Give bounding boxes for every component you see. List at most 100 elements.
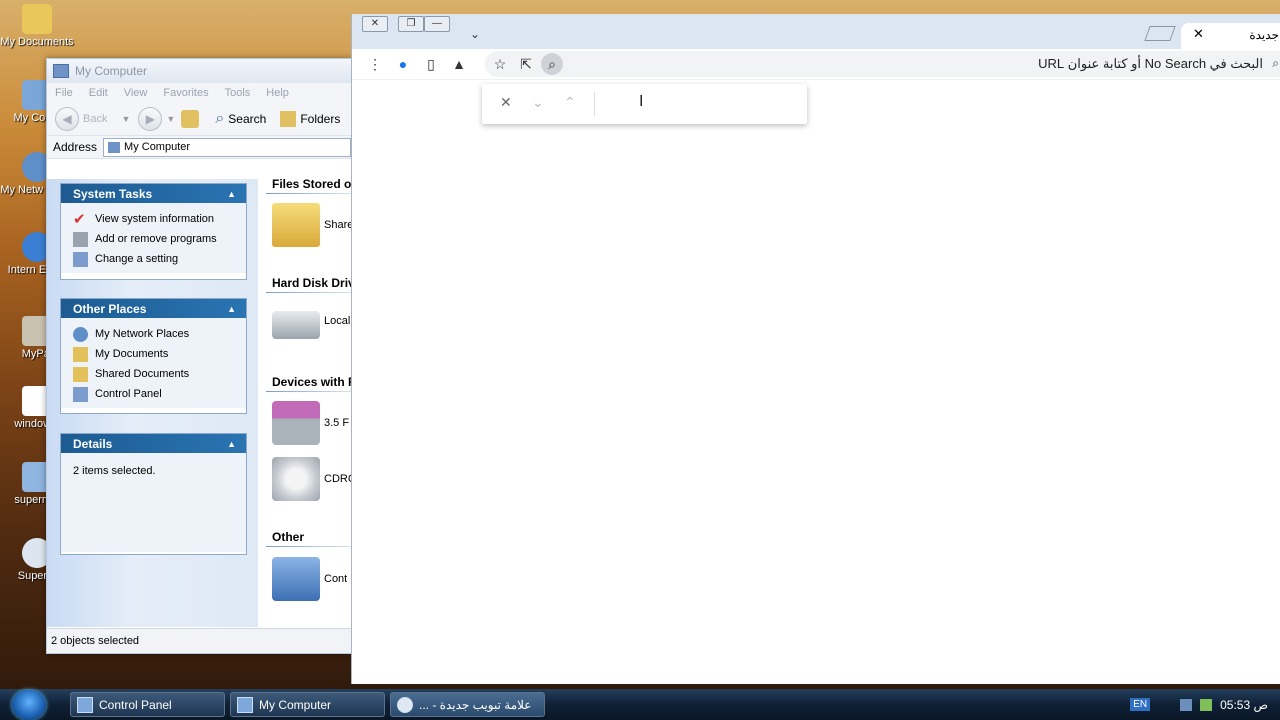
back-label: Back [83, 113, 108, 125]
folders-button[interactable]: Folders [300, 112, 340, 126]
taskbar-control-panel[interactable]: Control Panel [70, 692, 225, 717]
task-add-remove-programs[interactable]: Add or remove programs [73, 229, 246, 249]
group-divider [266, 292, 351, 293]
menu-tools[interactable]: Tools [217, 87, 259, 99]
taskbar: Control Panel My Computer علامة تبويب جد… [0, 689, 1280, 720]
taskbar-browser[interactable]: علامة تبويب جديدة - ... [390, 692, 545, 717]
floppy-drive-item[interactable]: 3.5 F [272, 401, 349, 445]
explorer-toolbar: ◀ Back ▼ ▶ ▼ ⌕ Search Folders [47, 103, 351, 136]
side-panel-icon[interactable]: ▯ [420, 53, 442, 75]
close-window-button[interactable]: ✕ [362, 16, 388, 32]
bookmark-star-icon[interactable]: ☆ [489, 53, 511, 75]
details-text: 2 items selected. [73, 465, 156, 477]
system-tasks-list: ✔ View system information Add or remove … [61, 203, 246, 273]
place-my-network-places[interactable]: My Network Places [73, 324, 246, 344]
back-button[interactable]: ◀ [55, 107, 79, 131]
search-icon: ⌕ [1272, 56, 1279, 70]
control-panel-item[interactable]: Cont [272, 557, 347, 601]
start-button[interactable] [12, 690, 46, 720]
menu-help[interactable]: Help [258, 87, 297, 99]
network-icon [73, 326, 88, 342]
find-bar: ✕ ⌄ ⌃ I [482, 84, 807, 124]
collapse-icon[interactable]: ▲ [227, 439, 236, 449]
place-shared-documents[interactable]: Shared Documents [73, 364, 246, 384]
details-header[interactable]: Details ▲ [61, 434, 246, 453]
folder-icon [73, 346, 88, 362]
details-panel: Details ▲ 2 items selected. [60, 433, 247, 555]
network-tray-icon[interactable] [1200, 698, 1213, 711]
cdrom-drive-item[interactable]: CDRC [272, 457, 351, 501]
place-control-panel[interactable]: Control Panel [73, 384, 246, 404]
labs-flask-icon[interactable]: ▲ [448, 53, 470, 75]
control-panel-icon [77, 696, 93, 713]
find-input[interactable] [602, 92, 801, 116]
task-change-setting[interactable]: Change a setting [73, 249, 246, 269]
place-my-documents[interactable]: My Documents [73, 344, 246, 364]
folders-icon [280, 111, 297, 127]
tab-search-dropdown-icon[interactable]: ⌄ [470, 27, 480, 41]
share-icon[interactable]: ⇱ [515, 53, 537, 75]
programs-icon [73, 231, 88, 247]
group-header-other: Other [272, 530, 305, 544]
clock[interactable]: 05:53 ص [1220, 698, 1268, 712]
search-button[interactable]: Search [228, 112, 266, 126]
collapse-icon[interactable]: ▲ [227, 304, 236, 314]
system-tasks-header[interactable]: System Tasks ▲ [61, 184, 246, 203]
address-bar: Address My Computer [47, 136, 351, 159]
text-cursor-icon: I [639, 93, 644, 110]
omnibox-placeholder: البحث في No Search أو كتابة عنوان URL [1038, 56, 1263, 71]
profile-icon[interactable]: ● [392, 53, 414, 75]
window-title: My Computer [75, 64, 148, 78]
menu-favorites[interactable]: Favorites [155, 87, 216, 99]
file-view: Files Stored on Share Hard Disk Driv Loc… [258, 179, 351, 627]
menu-kebab-icon[interactable]: ⋮ [364, 53, 386, 75]
local-disk-item[interactable]: Local [272, 303, 350, 339]
status-text: 2 objects selected [51, 635, 140, 647]
find-previous-icon[interactable]: ⌃ [564, 94, 576, 111]
new-tab-button[interactable] [1144, 26, 1176, 41]
menu-file[interactable]: File [47, 87, 81, 99]
task-pane: System Tasks ▲ ✔ View system information… [47, 179, 258, 627]
system-tasks-panel: System Tasks ▲ ✔ View system information… [60, 183, 247, 280]
menu-edit[interactable]: Edit [81, 87, 116, 99]
collapse-icon[interactable]: ▲ [227, 189, 236, 199]
forward-button[interactable]: ▶ [138, 107, 163, 131]
status-bar: 2 objects selected [47, 628, 351, 653]
find-next-icon[interactable]: ⌄ [532, 94, 544, 111]
group-header-hdd: Hard Disk Driv [272, 276, 351, 290]
taskbar-my-computer[interactable]: My Computer [230, 692, 385, 717]
other-places-list: My Network Places My Documents Shared Do… [61, 318, 246, 408]
show-desktop-icon[interactable] [1180, 698, 1193, 711]
find-in-page-icon[interactable]: ⌕ [541, 53, 563, 75]
folder-icon [22, 4, 52, 34]
menu-view[interactable]: View [116, 87, 156, 99]
explorer-titlebar[interactable]: My Computer [47, 59, 351, 83]
checkmark-icon: ✔ [73, 210, 86, 228]
task-view-system-info[interactable]: ✔ View system information [73, 209, 246, 229]
back-dropdown-icon[interactable]: ▼ [121, 114, 130, 124]
omnibox[interactable]: ☆ ⇱ ⌕ البحث في No Search أو كتابة عنوان … [485, 51, 1280, 77]
search-icon[interactable]: ⌕ [215, 110, 224, 128]
computer-icon [108, 141, 121, 153]
shared-documents-item[interactable]: Share [272, 203, 351, 247]
address-input[interactable]: My Computer [103, 137, 351, 157]
browser-toolbar: ⋮ ● ▯ ▲ ☆ ⇱ ⌕ البحث في No Search أو كتاب… [352, 49, 1280, 80]
desktop-icon-my-documents[interactable]: My Documents [0, 4, 74, 49]
language-indicator[interactable]: EN [1130, 698, 1151, 711]
tab-new-tab[interactable]: ✕ جديدة [1181, 23, 1280, 49]
maximize-window-button[interactable]: ❐ [398, 16, 424, 32]
other-places-panel: Other Places ▲ My Network Places My Docu… [60, 298, 247, 414]
other-places-header[interactable]: Other Places ▲ [61, 299, 246, 318]
control-panel-icon [73, 251, 88, 267]
find-divider [594, 92, 595, 116]
tab-close-icon[interactable]: ✕ [1193, 26, 1204, 42]
menu-bar: File Edit View Favorites Tools Help [47, 83, 351, 103]
computer-icon [237, 696, 253, 713]
minimize-window-button[interactable]: — [424, 16, 450, 32]
browser-icon [397, 696, 413, 713]
hard-disk-icon [272, 311, 320, 339]
forward-dropdown-icon[interactable]: ▼ [166, 114, 175, 124]
floppy-icon [272, 401, 320, 445]
up-folder-icon[interactable] [181, 110, 200, 128]
find-close-icon[interactable]: ✕ [500, 94, 512, 111]
